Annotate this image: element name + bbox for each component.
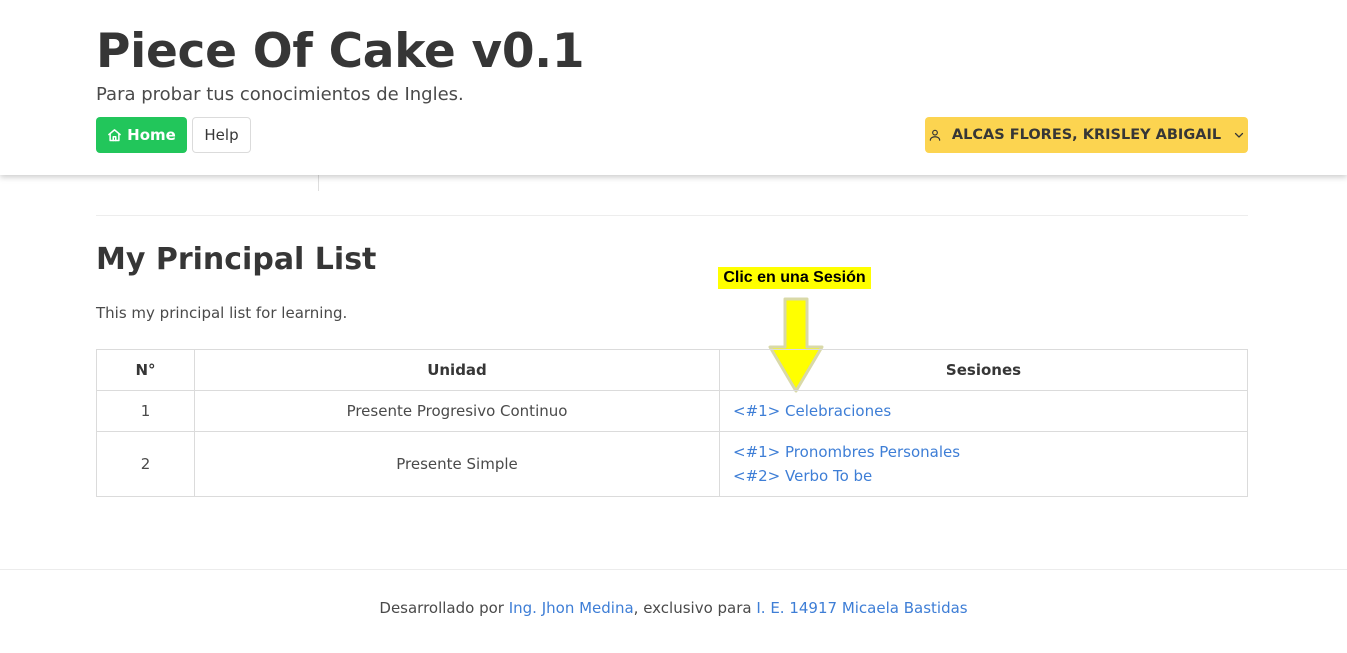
user-icon <box>928 128 942 142</box>
footer: Desarrollado por Ing. Jhon Medina, exclu… <box>0 569 1347 653</box>
app-title: Piece Of Cake v0.1 <box>96 24 585 79</box>
table-row: 2 Presente Simple <#1> Pronombres Person… <box>96 431 1248 497</box>
column-header-sessions: Sesiones <box>719 349 1248 391</box>
home-icon <box>107 128 122 143</box>
column-header-unit: Unidad <box>194 349 720 391</box>
footer-credits: Desarrollado por Ing. Jhon Medina, exclu… <box>0 599 1347 617</box>
author-link[interactable]: Ing. Jhon Medina <box>509 599 634 617</box>
row-number: 1 <box>96 390 195 432</box>
row-sessions: <#1> Celebraciones <box>719 390 1248 432</box>
column-header-number: N° <box>96 349 195 391</box>
home-button[interactable]: Home <box>96 117 187 153</box>
page-description: This my principal list for learning. <box>96 304 348 322</box>
home-button-label: Home <box>127 126 176 144</box>
row-unit: Presente Simple <box>194 431 720 497</box>
row-unit: Presente Progresivo Continuo <box>194 390 720 432</box>
principal-list-table: N° Unidad Sesiones 1 Presente Progresivo… <box>96 349 1248 497</box>
top-header: Piece Of Cake v0.1 Para probar tus conoc… <box>0 0 1347 175</box>
footer-prefix: Desarrollado por <box>379 599 509 617</box>
section-divider <box>96 215 1248 216</box>
user-menu-button[interactable]: ALCAS FLORES, KRISLEY ABIGAIL <box>925 117 1248 153</box>
user-name: ALCAS FLORES, KRISLEY ABIGAIL <box>951 127 1222 143</box>
hint-label: Clic en una Sesión <box>718 267 871 289</box>
session-link[interactable]: <#1> Celebraciones <box>733 399 1247 423</box>
app-subtitle: Para probar tus conocimientos de Ingles. <box>96 84 464 105</box>
table-row: 1 Presente Progresivo Continuo <#1> Cele… <box>96 390 1248 432</box>
row-sessions: <#1> Pronombres Personales <#2> Verbo To… <box>719 431 1248 497</box>
page-title: My Principal List <box>96 242 377 277</box>
help-button-label: Help <box>204 126 239 144</box>
chevron-down-icon <box>1233 129 1245 141</box>
row-number: 2 <box>96 431 195 497</box>
session-link[interactable]: <#2> Verbo To be <box>733 464 1247 488</box>
footer-middle: , exclusivo para <box>633 599 757 617</box>
help-button[interactable]: Help <box>192 117 251 153</box>
hidden-content-divider <box>318 175 319 191</box>
session-link[interactable]: <#1> Pronombres Personales <box>733 440 1247 464</box>
table-header-row: N° Unidad Sesiones <box>96 349 1248 391</box>
institution-link[interactable]: I. E. 14917 Micaela Bastidas <box>756 599 967 617</box>
